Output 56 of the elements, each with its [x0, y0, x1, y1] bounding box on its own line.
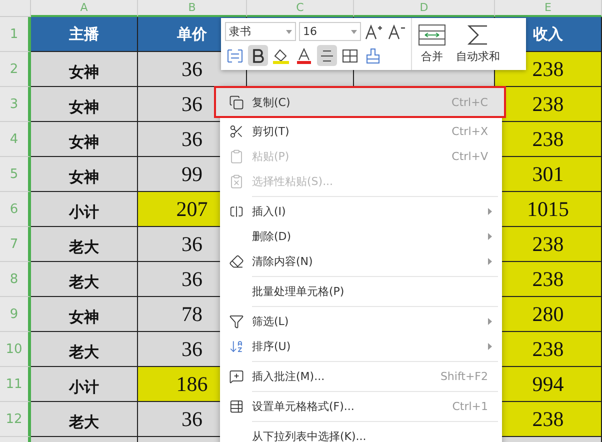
submenu-caret-icon	[488, 318, 492, 325]
submenu-caret-icon	[488, 258, 492, 265]
table-cell: 老大	[31, 227, 138, 262]
eraser-icon	[228, 254, 244, 269]
copy-icon	[228, 94, 244, 110]
bold-icon	[252, 48, 264, 62]
align-center-button[interactable]	[317, 45, 337, 66]
row-number[interactable]: 3	[0, 87, 31, 122]
font-select[interactable]: 隶书	[225, 22, 296, 41]
column-header[interactable]: D	[354, 0, 495, 17]
clipboard-icon	[228, 149, 244, 164]
table-cell: 女神	[31, 157, 138, 192]
row-number[interactable]: 10	[0, 332, 31, 367]
comment-icon	[228, 369, 244, 384]
font-size-select[interactable]: 16	[299, 22, 361, 41]
row-number[interactable]: 6	[0, 192, 31, 227]
merge-button[interactable]: 合并	[421, 49, 443, 64]
bold-button[interactable]	[248, 45, 268, 66]
table-cell: 女神	[31, 87, 138, 122]
insert-cells-icon	[228, 204, 244, 219]
dropdown-caret-icon	[286, 30, 292, 34]
column-header[interactable]: A	[31, 0, 138, 17]
column-header[interactable]: C	[247, 0, 354, 17]
scissors-icon	[228, 124, 244, 139]
row-number[interactable]: 1	[0, 17, 31, 52]
column-header[interactable]: E	[495, 0, 602, 17]
table-cell: 老大	[31, 262, 138, 297]
menu-item[interactable]: 复制(C) Ctrl+C	[216, 88, 504, 116]
submenu-caret-icon	[488, 208, 492, 215]
dropdown-caret-icon	[351, 30, 357, 34]
row-number[interactable]: 5	[0, 157, 31, 192]
table-cell: 小计	[31, 367, 138, 402]
merge-cells-icon	[418, 24, 446, 46]
align-center-icon	[320, 50, 334, 62]
row-number[interactable]: 2	[0, 52, 31, 87]
column-header[interactable]: B	[138, 0, 247, 17]
sort-icon	[228, 339, 244, 354]
clipboard-icon	[228, 174, 244, 189]
filter-icon	[228, 314, 244, 329]
submenu-caret-icon	[488, 233, 492, 240]
row-number[interactable]: 11	[0, 367, 31, 402]
sum-icon	[467, 24, 489, 46]
table-cell: 小计	[31, 192, 138, 227]
table-cell: 老大	[31, 402, 138, 437]
submenu-caret-icon	[488, 343, 492, 350]
row-number[interactable]: 4	[0, 122, 31, 157]
row-number[interactable]: 8	[0, 262, 31, 297]
table-cell: 女神	[31, 297, 138, 332]
row-number[interactable]: 12	[0, 402, 31, 437]
table-cell: 主播	[31, 17, 138, 52]
table-cell: 女神	[31, 122, 138, 157]
row-number[interactable]: 9	[0, 297, 31, 332]
format-cells-icon	[228, 399, 244, 414]
table-cell: 女神	[31, 52, 138, 87]
row-number[interactable]: 7	[0, 227, 31, 262]
table-cell: 老大	[31, 332, 138, 367]
